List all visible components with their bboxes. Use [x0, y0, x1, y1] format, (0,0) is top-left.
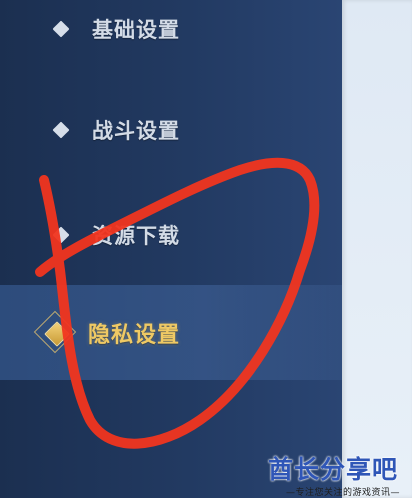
menu-item-label: 隐私设置 — [88, 322, 181, 348]
diamond-bullet-selected-icon — [42, 319, 70, 347]
diamond-bullet-icon — [52, 226, 70, 244]
menu-item-label: 基础设置 — [92, 18, 180, 42]
diamond-bullet-icon — [52, 20, 70, 38]
settings-menu-panel: 基础设置 战斗设置 资源下载 隐私设置 — [0, 0, 342, 498]
menu-item-basic-settings[interactable]: 基础设置 — [0, 2, 342, 56]
settings-screen: 基础设置 战斗设置 资源下载 隐私设置 酋长分享吧 —专注您关注的游戏资讯— — [0, 0, 412, 498]
menu-item-privacy-settings[interactable]: 隐私设置 — [0, 285, 342, 380]
menu-item-label: 战斗设置 — [92, 119, 180, 143]
menu-item-resource-download[interactable]: 资源下载 — [0, 208, 342, 262]
content-panel-edge — [342, 0, 412, 498]
menu-item-battle-settings[interactable]: 战斗设置 — [0, 103, 342, 157]
diamond-bullet-icon — [52, 121, 70, 139]
menu-item-label: 资源下载 — [92, 224, 180, 248]
